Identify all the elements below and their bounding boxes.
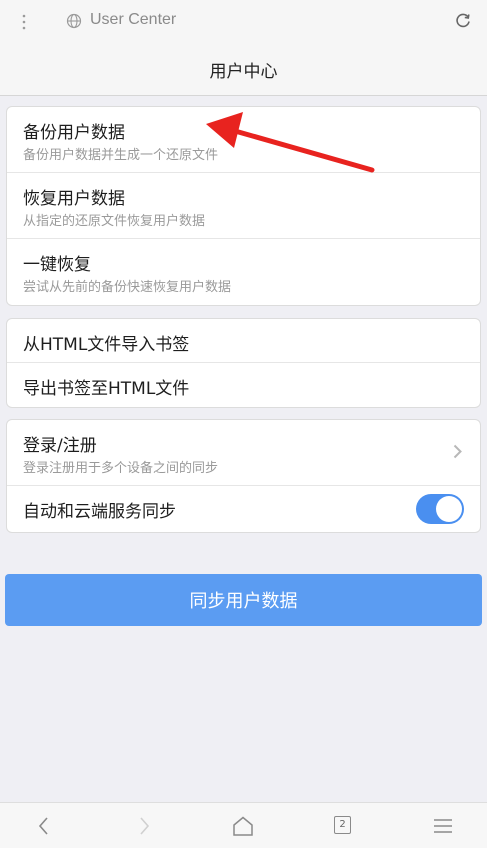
sync-user-data-button[interactable]: 同步用户数据 — [5, 574, 482, 626]
item-subtitle: 备份用户数据并生成一个还原文件 — [23, 148, 219, 163]
item-title: 登录/注册 — [23, 436, 97, 456]
url-text[interactable]: User Center — [90, 11, 176, 29]
auto-sync-item: 自动和云端服务同步 — [7, 486, 480, 532]
page: User Center 用户中心 备份用户数据 备份用户数据并生成一个还原文件 … — [0, 0, 487, 848]
tabs-icon[interactable]: 2 — [334, 816, 351, 834]
export-bookmarks-item[interactable]: 导出书签至HTML文件 — [7, 363, 480, 407]
item-title: 恢复用户数据 — [23, 189, 125, 209]
restore-user-data-item[interactable]: 恢复用户数据 从指定的还原文件恢复用户数据 — [7, 173, 480, 239]
import-bookmarks-item[interactable]: 从HTML文件导入书签 — [7, 319, 480, 363]
toggle-knob — [436, 496, 462, 522]
chevron-right-icon — [453, 444, 462, 459]
login-register-item[interactable]: 登录/注册 登录注册用于多个设备之间的同步 — [7, 420, 480, 486]
title-bar: 用户中心 — [0, 44, 487, 96]
item-subtitle: 登录注册用于多个设备之间的同步 — [23, 461, 219, 476]
item-title: 一键恢复 — [23, 255, 91, 275]
backup-group: 备份用户数据 备份用户数据并生成一个还原文件 恢复用户数据 从指定的还原文件恢复… — [6, 106, 481, 306]
refresh-icon[interactable] — [454, 12, 472, 30]
home-icon[interactable] — [232, 816, 254, 836]
address-bar: User Center — [0, 0, 487, 44]
more-vert-icon[interactable] — [18, 13, 30, 31]
item-title: 自动和云端服务同步 — [23, 502, 176, 522]
backup-user-data-item[interactable]: 备份用户数据 备份用户数据并生成一个还原文件 — [7, 107, 480, 173]
item-title: 导出书签至HTML文件 — [23, 379, 190, 399]
item-title: 备份用户数据 — [23, 123, 125, 143]
account-group: 登录/注册 登录注册用于多个设备之间的同步 自动和云端服务同步 — [6, 419, 481, 533]
menu-icon[interactable] — [433, 816, 453, 836]
page-title: 用户中心 — [209, 62, 278, 82]
one-click-restore-item[interactable]: 一键恢复 尝试从先前的备份快速恢复用户数据 — [7, 239, 480, 305]
item-subtitle: 尝试从先前的备份快速恢复用户数据 — [23, 280, 232, 295]
item-title: 从HTML文件导入书签 — [23, 335, 190, 355]
bottom-nav: 2 — [0, 802, 487, 848]
bookmarks-group: 从HTML文件导入书签 导出书签至HTML文件 — [6, 318, 481, 408]
auto-sync-toggle[interactable] — [416, 494, 464, 524]
tab-count: 2 — [339, 819, 346, 830]
forward-icon[interactable] — [136, 816, 152, 836]
globe-icon — [66, 13, 82, 29]
item-subtitle: 从指定的还原文件恢复用户数据 — [23, 214, 206, 229]
back-icon[interactable] — [36, 816, 52, 836]
